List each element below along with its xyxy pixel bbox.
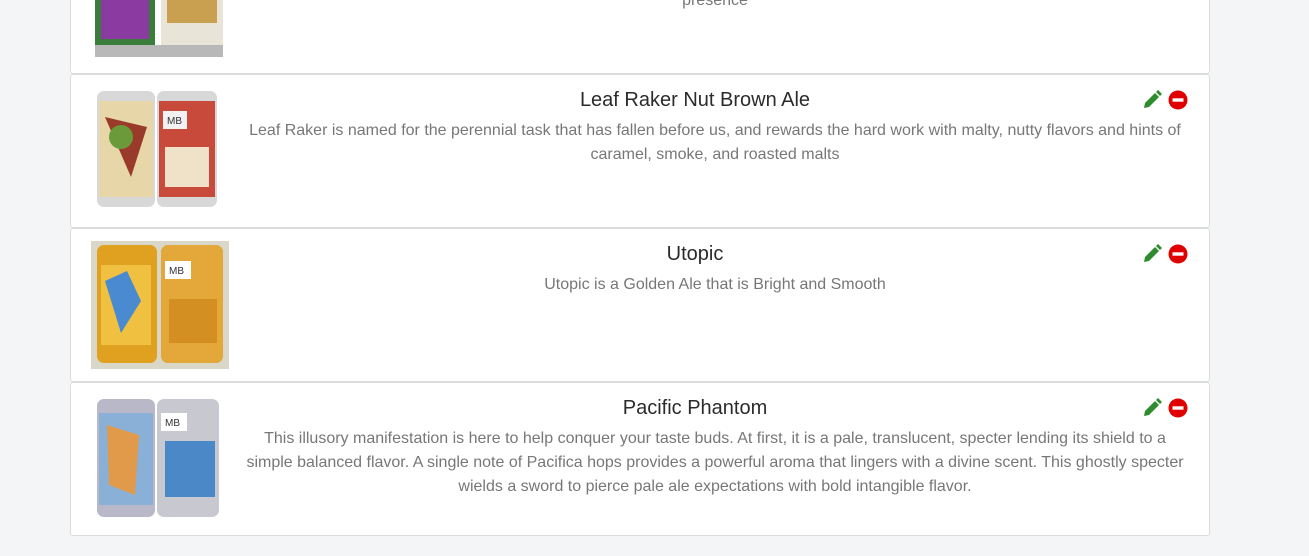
delete-button[interactable] [1167, 397, 1189, 419]
beer-title: Leaf Raker Nut Brown Ale [579, 89, 811, 111]
svg-text:MB: MB [169, 266, 184, 277]
pencil-icon [1144, 244, 1162, 262]
beer-title: Pacific Phantom [622, 397, 768, 419]
beer-card: MB Utopic Utopic is a Golden Ale that is… [70, 228, 1210, 382]
beer-description: Leaf Raker is named for the perennial ta… [249, 122, 1181, 163]
beer-title: Utopic [666, 243, 724, 265]
minus-circle-icon [1168, 244, 1188, 264]
svg-text:MB: MB [165, 418, 180, 429]
beer-can-image [95, 0, 223, 57]
beer-can-image: MB [97, 91, 217, 207]
beer-list: color and smell its rich malt base. The … [70, 0, 1210, 536]
minus-circle-icon [1168, 90, 1188, 110]
beer-card: color and smell its rich malt base. The … [70, 0, 1210, 74]
pencil-icon [1144, 90, 1162, 108]
edit-button[interactable] [1141, 397, 1163, 419]
edit-button[interactable] [1141, 243, 1163, 265]
beer-card: MB Leaf Raker Nut Brown Ale Leaf Raker i… [70, 74, 1210, 228]
beer-description: color and smell its rich malt base. The … [682, 0, 748, 9]
svg-text:MB: MB [167, 116, 182, 127]
beer-can-image: MB [91, 241, 229, 369]
minus-circle-icon [1168, 398, 1188, 418]
pencil-icon [1144, 398, 1162, 416]
beer-description: Utopic is a Golden Ale that is Bright an… [544, 276, 886, 293]
delete-button[interactable] [1167, 89, 1189, 111]
beer-can-image: MB [97, 399, 219, 517]
card-actions [1141, 89, 1189, 111]
card-actions [1141, 243, 1189, 265]
delete-button[interactable] [1167, 243, 1189, 265]
card-actions [1141, 397, 1189, 419]
beer-card: MB Pacific Phantom This illusory manifes… [70, 382, 1210, 536]
beer-description: This illusory manifestation is here to h… [246, 430, 1184, 495]
edit-button[interactable] [1141, 89, 1163, 111]
